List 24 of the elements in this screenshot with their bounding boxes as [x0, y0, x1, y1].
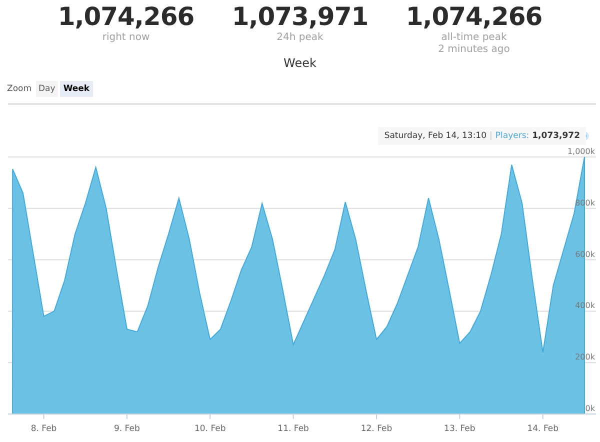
tooltip-date: Saturday, Feb 14, 13:10: [384, 131, 487, 141]
y-axis-label: 1,000k: [567, 147, 595, 156]
stat-value: 1,073,971: [232, 2, 368, 32]
players-value: 1,073,972: [532, 131, 580, 141]
stat-value: 1,074,266: [406, 2, 542, 32]
zoom-label: Zoom: [7, 84, 32, 94]
x-axis-label: 14. Feb: [527, 424, 558, 434]
chart-title: Week: [284, 56, 316, 70]
stat-note: 2 minutes ago: [438, 44, 510, 56]
x-axis-label: 9. Feb: [114, 424, 140, 434]
x-axis-label: 13. Feb: [444, 424, 476, 434]
players-label: Players:: [495, 131, 530, 141]
zoom-button[interactable]: Week: [60, 81, 93, 97]
x-axis-label: 8. Feb: [30, 424, 57, 434]
x-axis-label: 11. Feb: [278, 424, 309, 434]
stat-label: all-time peak: [441, 32, 507, 44]
stat-label: right now: [102, 32, 150, 44]
y-axis-label: 0k: [585, 404, 595, 413]
x-axis-label: 12. Feb: [360, 424, 392, 434]
stat-value: 1,074,266: [58, 2, 194, 32]
zoom-button[interactable]: Day: [36, 81, 58, 97]
stat-label: 24h peak: [276, 32, 324, 44]
x-axis-label: 10. Feb: [194, 424, 226, 434]
tooltip-separator: |: [490, 131, 492, 141]
